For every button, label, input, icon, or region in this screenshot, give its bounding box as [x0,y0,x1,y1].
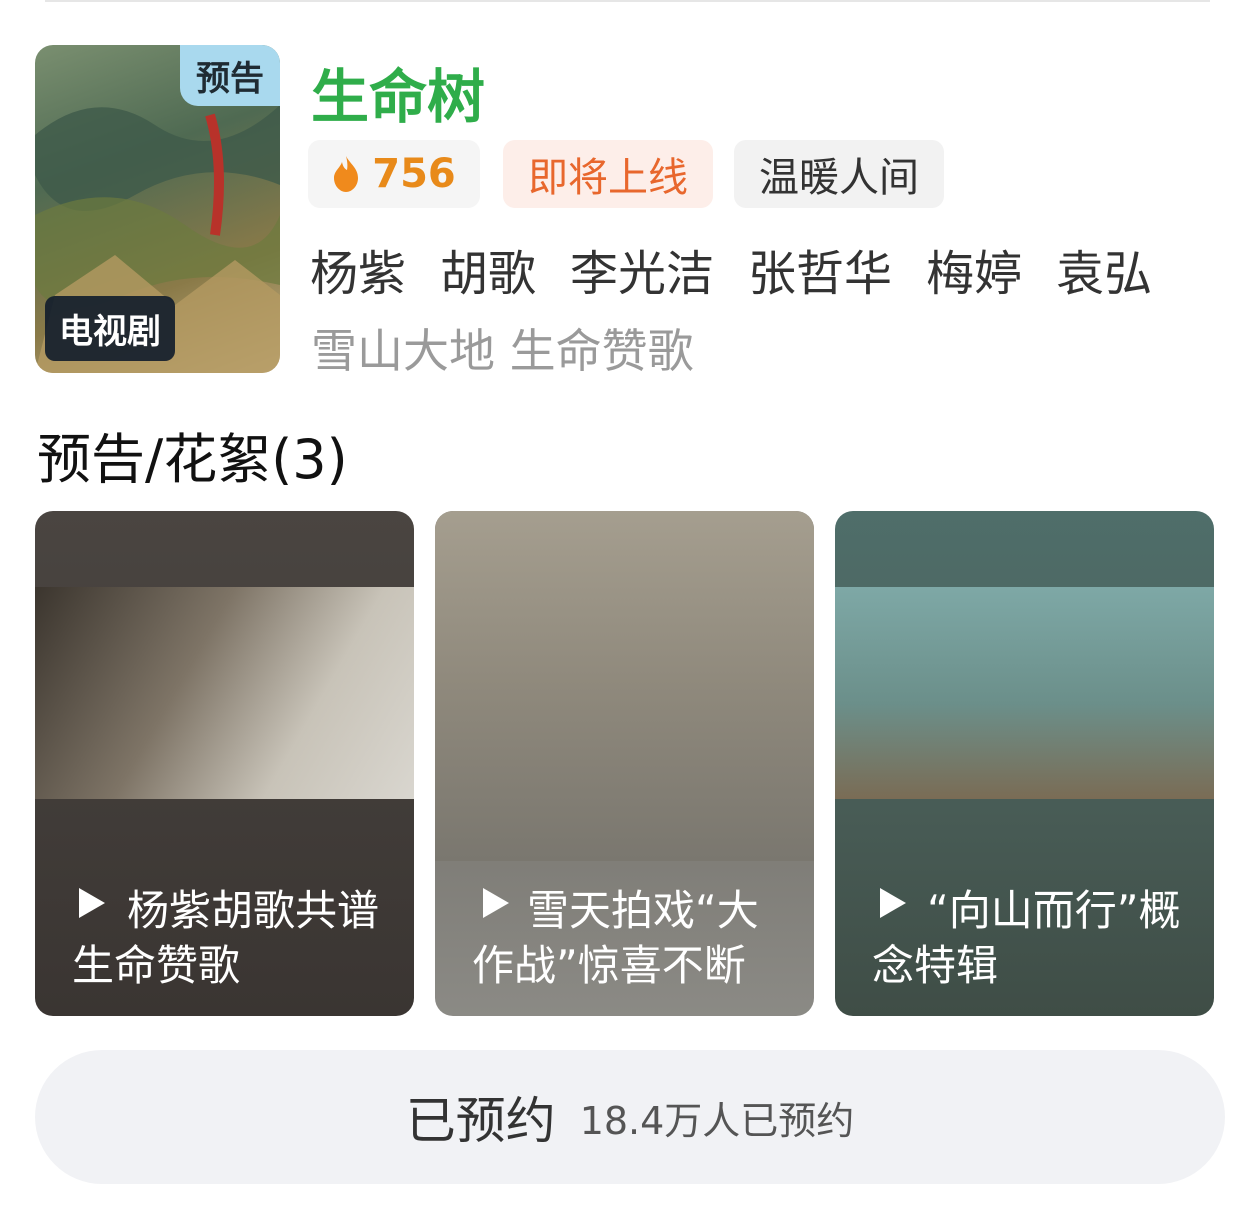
cast-member[interactable]: 胡歌 [440,234,536,304]
cast-member[interactable]: 梅婷 [926,234,1022,304]
reserve-button[interactable]: 已预约 18.4万人已预约 [35,1050,1225,1184]
video-thumbnail [835,587,1214,799]
show-slogan: 雪山大地 生命赞歌 [311,324,694,378]
video-thumbnail [435,511,814,861]
cast-member[interactable]: 李光洁 [570,234,714,304]
section-title[interactable]: 预告/花絮(3) [37,415,348,494]
reserve-count: 18.4万人已预约 [579,1098,855,1143]
video-caption: 杨紫胡歌共谱生命赞歌 [72,886,380,990]
video-caption: “向山而行”概念特辑 [872,886,1181,990]
show-title[interactable]: 生命树 [311,50,485,134]
heat-value: 756 [372,151,456,197]
video-card[interactable]: 杨紫胡歌共谱生命赞歌 [35,511,414,1016]
reserve-label: 已预约 [405,1092,556,1150]
show-poster[interactable]: 预告 电视剧 [35,45,280,373]
heat-chip: 756 [308,140,480,208]
cast-member[interactable]: 杨紫 [310,234,406,304]
video-card[interactable]: “向山而行”概念特辑 [835,511,1214,1016]
status-chip: 即将上线 [503,140,713,208]
video-caption: 雪天拍戏“大作战”惊喜不断 [472,886,759,990]
divider [45,0,1210,2]
genre-tag[interactable]: 温暖人间 [734,140,944,208]
cast-list: 杨紫 胡歌 李光洁 张哲华 梅婷 袁弘 [310,234,1152,304]
video-thumbnail [35,587,414,799]
video-card[interactable]: 雪天拍戏“大作战”惊喜不断 [435,511,814,1016]
flame-icon [334,156,359,192]
cast-member[interactable]: 张哲华 [748,234,892,304]
preview-badge: 预告 [180,45,280,106]
cast-member[interactable]: 袁弘 [1056,234,1152,304]
type-badge: 电视剧 [45,296,175,361]
